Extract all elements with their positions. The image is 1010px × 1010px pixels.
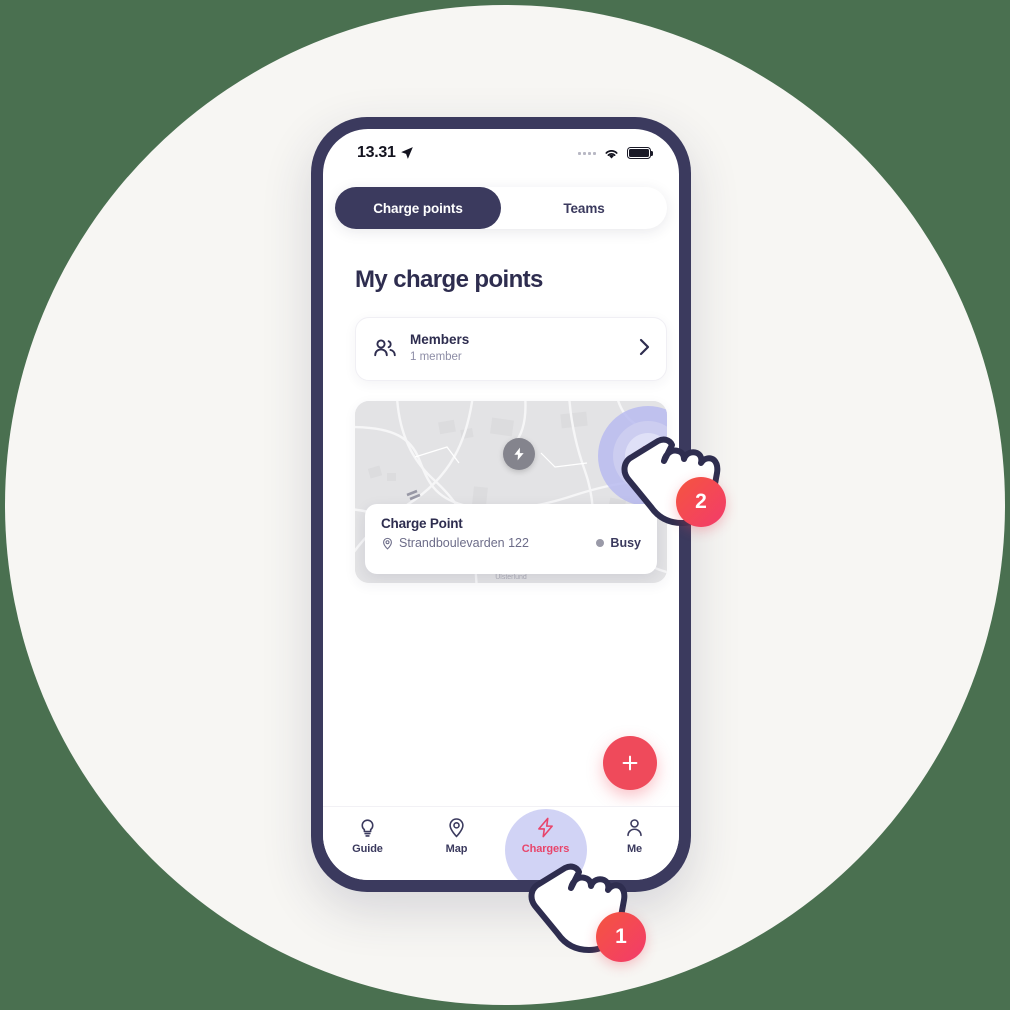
members-card-text: Members 1 member bbox=[400, 332, 639, 366]
members-subtitle: 1 member bbox=[410, 351, 462, 364]
tab-teams-label: Teams bbox=[563, 200, 605, 216]
nav-label-guide: Guide bbox=[352, 843, 383, 855]
charge-point-info: Charge Point Strandboulevarden 122 Busy bbox=[365, 504, 657, 574]
location-arrow-icon bbox=[400, 147, 413, 159]
tab-teams[interactable]: Teams bbox=[501, 187, 667, 229]
tab-charge-points-label: Charge points bbox=[373, 200, 463, 216]
tab-charge-points[interactable]: Charge points bbox=[335, 187, 501, 229]
map-pin-icon bbox=[449, 818, 464, 838]
signal-dots-icon bbox=[578, 151, 596, 155]
nav-item-guide[interactable]: Guide bbox=[323, 817, 412, 855]
members-card[interactable]: Members 1 member bbox=[355, 317, 667, 381]
status-dot-icon bbox=[596, 539, 605, 547]
charge-point-name: Charge Point bbox=[381, 516, 463, 531]
nav-label-map: Map bbox=[445, 843, 468, 855]
charge-point-address: Strandboulevarden 122 bbox=[381, 536, 529, 550]
lightbulb-icon bbox=[361, 819, 374, 837]
battery-full-icon bbox=[627, 147, 654, 159]
members-title: Members bbox=[410, 332, 470, 348]
status-bar-right bbox=[578, 147, 654, 160]
add-charge-point-button[interactable] bbox=[603, 736, 657, 790]
step-badge-2: 2 bbox=[676, 477, 726, 527]
status-badge: Busy bbox=[596, 536, 641, 550]
person-icon bbox=[627, 819, 642, 837]
step-badge-1: 1 bbox=[596, 912, 646, 962]
charge-point-detail-row: Strandboulevarden 122 Busy bbox=[381, 536, 641, 550]
status-bar-left: 13.31 bbox=[357, 144, 414, 162]
bolt-pin-icon bbox=[503, 438, 535, 470]
bolt-icon bbox=[538, 817, 553, 838]
members-icon bbox=[372, 337, 400, 362]
chevron-right-icon bbox=[639, 338, 650, 361]
step-badge-2-number: 2 bbox=[695, 490, 707, 513]
status-time: 13.31 bbox=[357, 144, 396, 161]
segmented-control[interactable]: Charge points Teams bbox=[335, 187, 667, 229]
wifi-icon bbox=[605, 149, 618, 159]
step-badge-1-number: 1 bbox=[615, 925, 627, 948]
plus-icon bbox=[622, 755, 638, 771]
charge-point-address-text: Strandboulevarden 122 bbox=[399, 536, 529, 550]
status-bar: 13.31 bbox=[323, 129, 679, 171]
page-title: My charge points bbox=[355, 266, 543, 293]
status-label: Busy bbox=[610, 536, 641, 550]
map-pin-icon bbox=[383, 537, 392, 550]
svg-text:Ulsterlund: Ulsterlund bbox=[495, 574, 527, 581]
nav-item-map[interactable]: Map bbox=[412, 817, 501, 855]
